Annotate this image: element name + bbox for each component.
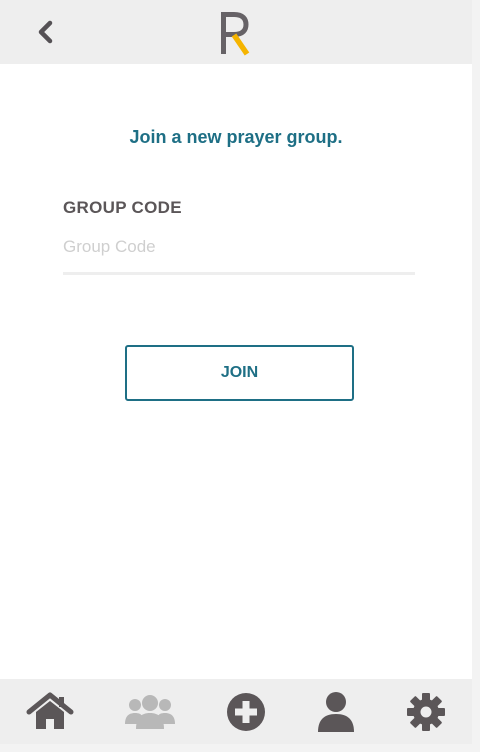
tab-profile[interactable]	[306, 679, 366, 744]
groups-icon	[125, 694, 175, 729]
input-underline	[63, 272, 415, 275]
tab-home[interactable]	[20, 679, 80, 744]
user-icon	[318, 691, 354, 732]
tab-add[interactable]	[216, 679, 276, 744]
gear-icon	[407, 692, 445, 731]
group-code-input[interactable]	[63, 233, 415, 261]
home-icon	[26, 692, 74, 729]
group-code-label: GROUP CODE	[63, 198, 182, 217]
back-button[interactable]	[30, 12, 62, 52]
join-button[interactable]: JOIN	[125, 345, 354, 401]
header-bar	[0, 0, 472, 64]
add-circle-icon	[227, 692, 265, 731]
tab-groups[interactable]	[120, 679, 180, 744]
window-edge-bottom	[0, 744, 480, 752]
app-logo	[214, 8, 258, 58]
tab-settings[interactable]	[396, 679, 456, 744]
chevron-left-icon	[38, 20, 53, 44]
window-edge-right	[472, 0, 480, 752]
app-screen: Join a new prayer group. GROUP CODE JOIN	[0, 0, 472, 744]
page-title: Join a new prayer group.	[129, 127, 343, 147]
bottom-tab-bar	[0, 679, 472, 744]
